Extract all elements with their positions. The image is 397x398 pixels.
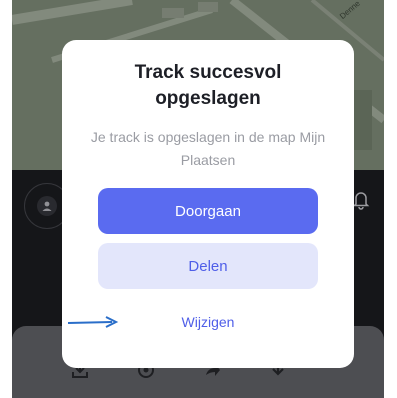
edit-link[interactable]: Wijzigen <box>148 312 268 332</box>
share-button[interactable]: Delen <box>98 243 318 289</box>
dialog-message: Je track is opgeslagen in de map Mijn Pl… <box>90 129 326 168</box>
dialog-title: Track succesvol opgeslagen <box>134 62 282 109</box>
annotation-arrow-icon <box>67 316 119 328</box>
continue-button[interactable]: Doorgaan <box>98 188 318 234</box>
